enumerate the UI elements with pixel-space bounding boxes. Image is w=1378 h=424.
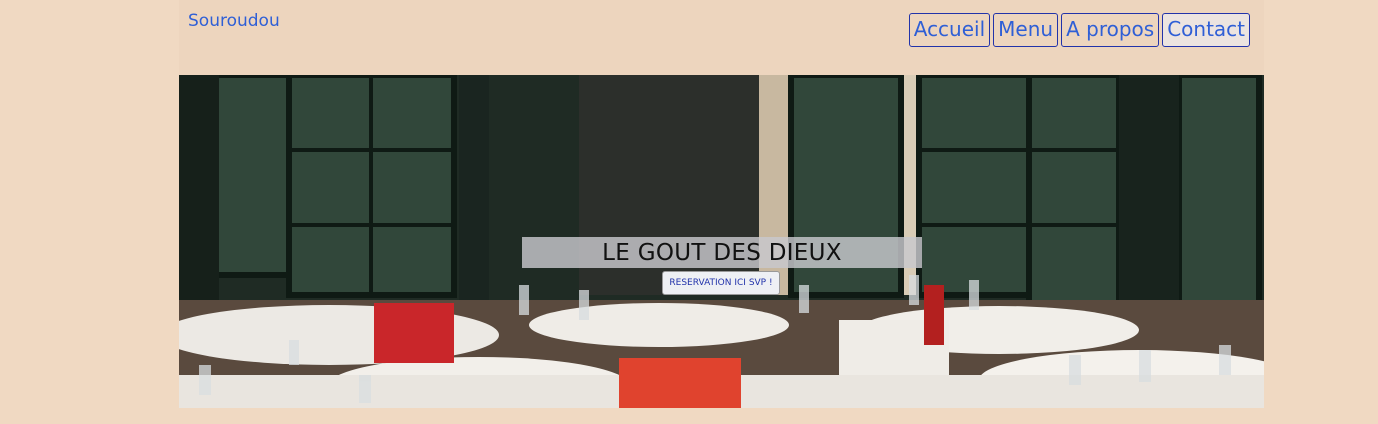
hero-section: LE GOUT DES DIEUX RESERVATION ICI SVP !	[179, 75, 1264, 408]
hero-title: LE GOUT DES DIEUX	[522, 237, 922, 268]
navbar: Souroudou Accueil Menu A propos Contact	[179, 0, 1264, 75]
reservation-button[interactable]: RESERVATION ICI SVP !	[662, 271, 780, 295]
brand-link[interactable]: Souroudou	[188, 11, 280, 31]
page-container: Souroudou Accueil Menu A propos Contact	[179, 0, 1264, 408]
nav-link-a-propos[interactable]: A propos	[1061, 13, 1160, 47]
nav-link-menu[interactable]: Menu	[993, 13, 1059, 47]
nav-link-accueil[interactable]: Accueil	[908, 13, 991, 47]
nav-link-contact[interactable]: Contact	[1162, 13, 1250, 47]
nav-links: Accueil Menu A propos Contact	[908, 13, 1250, 47]
